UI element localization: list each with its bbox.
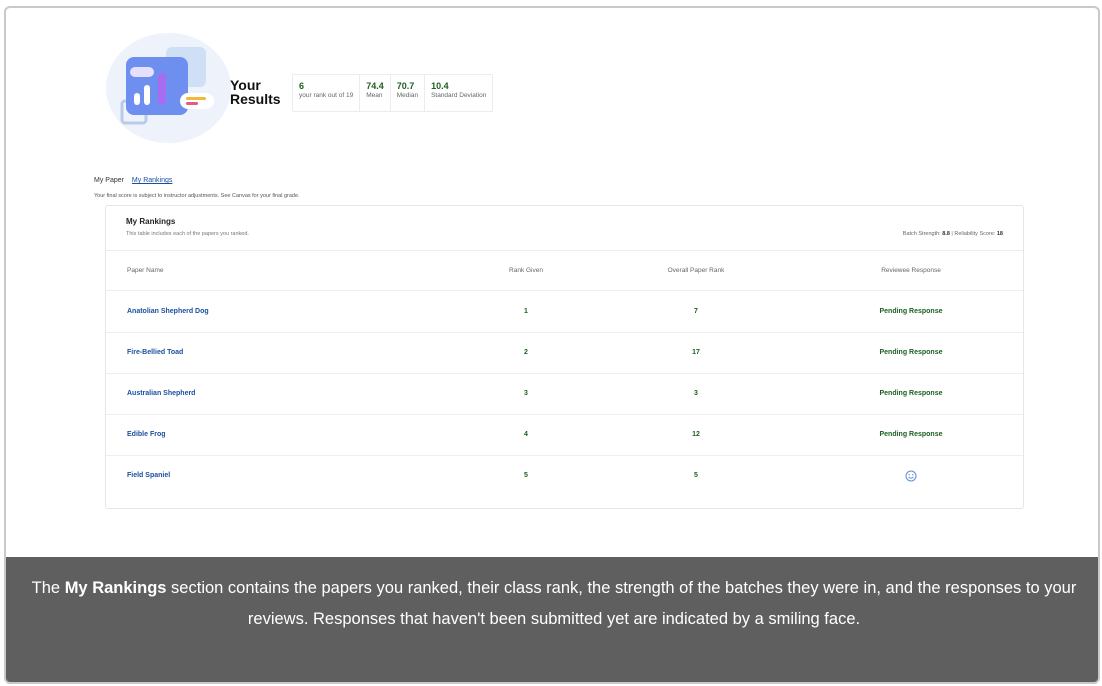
table-row: Australian Shepherd 3 3 Pending Response (106, 373, 1023, 415)
tutorial-caption: The My Rankings section contains the pap… (6, 557, 1098, 682)
table-row: Anatolian Shepherd Dog 1 7 Pending Respo… (106, 291, 1023, 333)
overall-rank: 7 (694, 308, 698, 315)
card-subtitle: This table includes each of the papers y… (126, 231, 249, 237)
smiley-icon[interactable] (905, 470, 917, 482)
paper-link[interactable]: Australian Shepherd (127, 390, 195, 397)
grade-note: Your final score is subject to instructo… (94, 193, 300, 199)
paper-link[interactable]: Field Spaniel (127, 472, 170, 479)
stat-rank: 6 your rank out of 19 (293, 75, 361, 111)
response-status (846, 455, 976, 496)
column-header-overall-rank: Overall Paper Rank (667, 267, 725, 274)
response-status: Pending Response (879, 431, 943, 438)
column-header-rank-given: Rank Given (509, 267, 543, 274)
stats-strip: 6 your rank out of 19 74.4 Mean 70.7 Med… (292, 74, 494, 112)
results-illustration (106, 33, 231, 143)
table-row: Fire-Bellied Toad 2 17 Pending Response (106, 332, 1023, 374)
rankings-card: My Rankings This table includes each of … (105, 205, 1024, 509)
rank-given: 3 (524, 390, 528, 397)
paper-link[interactable]: Edible Frog (127, 431, 166, 438)
response-status: Pending Response (879, 390, 943, 397)
batch-strength: Batch Strength: 8.8 | Reliability Score:… (902, 231, 1003, 237)
table-row: Field Spaniel 5 5 (106, 455, 1023, 496)
page-title: Your Results (230, 77, 281, 107)
rank-given: 4 (524, 431, 528, 438)
view-tabs: My Paper My Rankings (94, 177, 172, 184)
rank-given: 1 (524, 308, 528, 315)
paper-link[interactable]: Fire-Bellied Toad (127, 349, 183, 356)
results-panel: Your Results 6 your rank out of 19 74.4 … (4, 6, 1100, 684)
paper-link[interactable]: Anatolian Shepherd Dog (127, 308, 209, 315)
overall-rank: 3 (694, 390, 698, 397)
rank-given: 2 (524, 349, 528, 356)
column-header-reviewee-response: Reviewee Response (881, 267, 941, 274)
stat-standard-deviation: 10.4 Standard Deviation (431, 81, 487, 99)
response-status: Pending Response (879, 308, 943, 315)
tab-my-rankings[interactable]: My Rankings (132, 177, 172, 184)
overall-rank: 17 (692, 349, 700, 356)
column-header-paper-name: Paper Name (127, 267, 164, 274)
overall-rank: 5 (694, 472, 698, 479)
rank-given: 5 (524, 472, 528, 479)
stat-median: 70.7 Median (391, 75, 426, 111)
table-header: Paper Name Rank Given Overall Paper Rank… (106, 251, 1023, 291)
card-title: My Rankings (126, 217, 176, 226)
table-row: Edible Frog 4 12 Pending Response (106, 414, 1023, 456)
tab-my-paper[interactable]: My Paper (94, 177, 124, 184)
overall-rank: 12 (692, 431, 700, 438)
response-status: Pending Response (879, 349, 943, 356)
stat-mean: 74.4 Mean (360, 75, 391, 111)
